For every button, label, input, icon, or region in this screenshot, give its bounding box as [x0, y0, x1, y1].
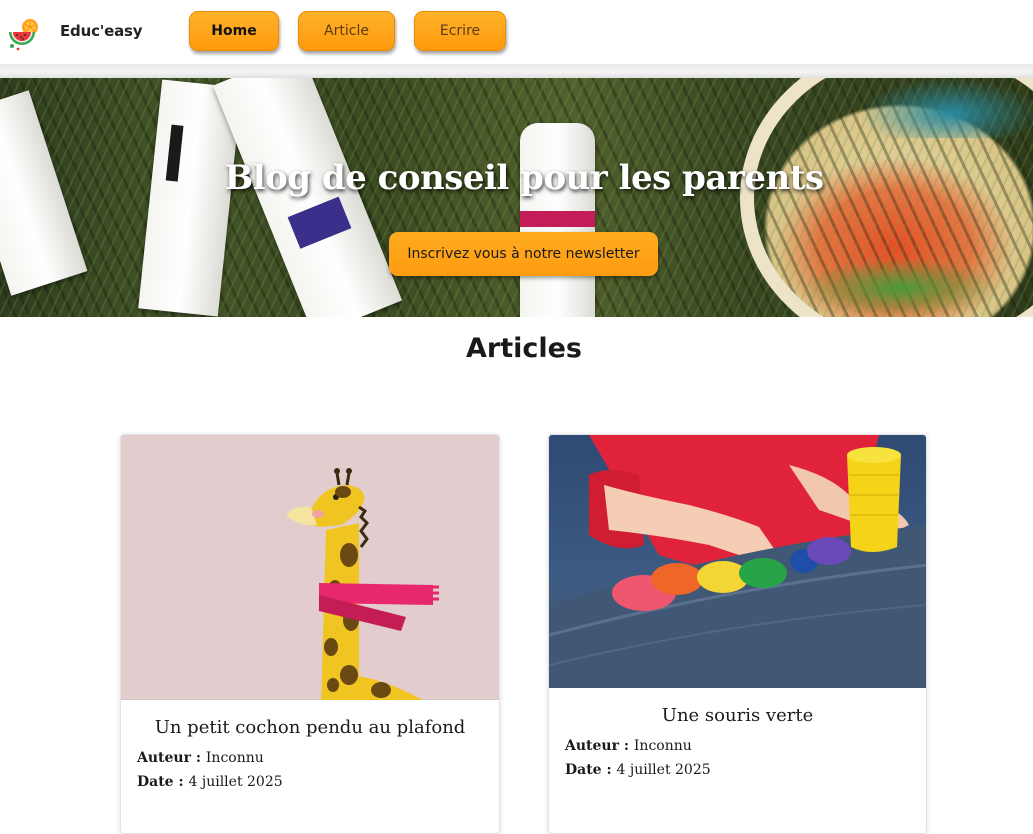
article-thumbnail[interactable] [549, 435, 926, 688]
article-date: Date : 4 juillet 2025 [565, 762, 711, 778]
nav-home-button[interactable]: Home [189, 11, 279, 51]
article-thumbnail[interactable] [121, 435, 499, 705]
article-date: Date : 4 juillet 2025 [137, 774, 283, 790]
date-label: Date : [565, 762, 617, 778]
article-author: Auteur : Inconnu [137, 750, 264, 766]
date-value: 4 juillet 2025 [188, 774, 283, 790]
article-card[interactable]: Un petit cochon pendu au plafond Auteur … [120, 434, 500, 834]
article-title[interactable]: Un petit cochon pendu au plafond [121, 717, 499, 738]
author-label: Auteur : [565, 738, 634, 754]
author-value: Inconnu [633, 738, 692, 754]
date-value: 4 juillet 2025 [616, 762, 711, 778]
logo-icon[interactable] [6, 16, 42, 52]
giraffe-illustration-icon [286, 468, 439, 705]
newsletter-signup-button[interactable]: Inscrivez vous à notre newsletter [389, 232, 658, 276]
nav-ecrire-button[interactable]: Ecrire [414, 11, 506, 51]
hero-banner: Blog de conseil pour les parents Inscriv… [0, 78, 1033, 317]
author-value: Inconnu [205, 750, 264, 766]
articles-heading: Articles [465, 333, 582, 364]
site-header: Educ'easy Home Article Ecrire [0, 0, 1033, 64]
author-label: Auteur : [137, 750, 206, 766]
article-title[interactable]: Une souris verte [549, 705, 926, 726]
brand-name[interactable]: Educ'easy [60, 22, 143, 40]
nav-article-button[interactable]: Article [298, 11, 395, 51]
date-label: Date : [137, 774, 189, 790]
article-card[interactable]: Une souris verte Auteur : Inconnu Date :… [548, 434, 927, 834]
article-author: Auteur : Inconnu [565, 738, 692, 754]
hero-title: Blog de conseil pour les parents [224, 158, 824, 198]
paint-tube-image [520, 123, 595, 317]
modeling-clay-photo-icon [549, 435, 926, 688]
header-divider [0, 64, 1033, 78]
